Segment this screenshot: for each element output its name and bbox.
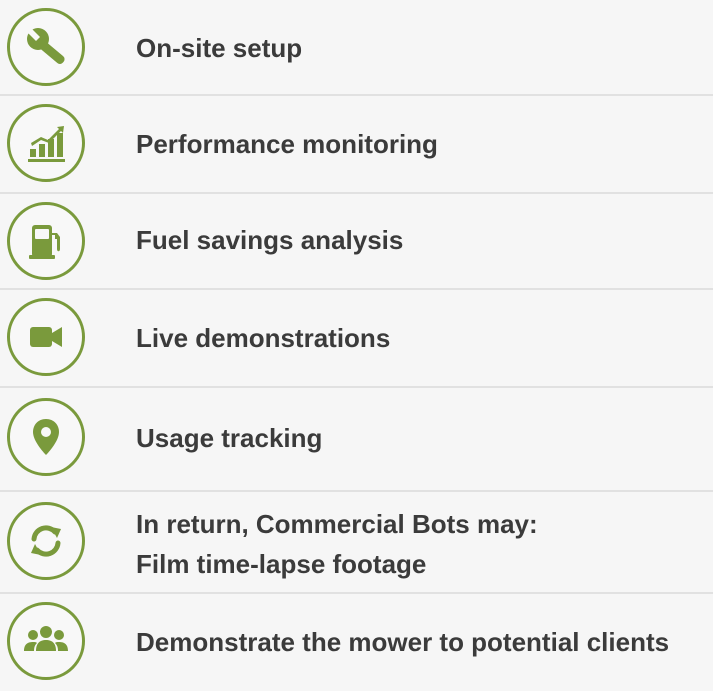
item-label: Usage tracking <box>136 423 323 453</box>
item-label: In return, Commercial Bots may: Film tim… <box>136 504 538 584</box>
item-label: Live demonstrations <box>136 323 391 353</box>
fuel-pump-icon <box>7 202 85 280</box>
list-item: Usage tracking <box>0 388 713 490</box>
bar-chart-icon <box>7 104 85 182</box>
item-label: On-site setup <box>136 33 303 63</box>
list-item: Live demonstrations <box>0 290 713 386</box>
item-label: Demonstrate the mower to potential clien… <box>136 627 670 657</box>
list-item: Fuel savings analysis <box>0 194 713 288</box>
wrench-icon <box>7 8 85 86</box>
item-label: Performance monitoring <box>136 129 438 159</box>
users-icon <box>7 602 85 680</box>
refresh-icon <box>7 502 85 580</box>
video-camera-icon <box>7 298 85 376</box>
item-label: Fuel savings analysis <box>136 225 404 255</box>
list-item: Demonstrate the mower to potential clien… <box>0 594 713 691</box>
list-item: On-site setup <box>0 0 713 94</box>
map-pin-icon <box>7 398 85 476</box>
service-list: On-site setup Performance monitoring Fue… <box>0 0 713 691</box>
item-label-line2: Film time-lapse footage <box>136 549 427 579</box>
list-item: In return, Commercial Bots may: Film tim… <box>0 492 713 592</box>
list-item: Performance monitoring <box>0 96 713 192</box>
item-label-line1: In return, Commercial Bots may: <box>136 509 538 539</box>
